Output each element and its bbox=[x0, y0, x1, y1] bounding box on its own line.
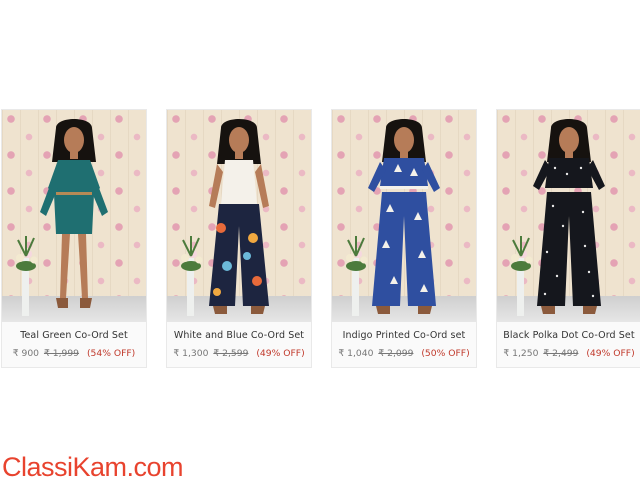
original-price: ₹ 2,499 bbox=[543, 348, 579, 359]
product-card[interactable]: Teal Green Co-Ord Set ₹ 900 ₹ 1,999 (54%… bbox=[1, 109, 147, 368]
sale-price: ₹ 1,040 bbox=[338, 348, 374, 359]
price-line: ₹ 1,040 ₹ 2,099 (50% OFF) bbox=[332, 348, 476, 359]
discount-badge: (50% OFF) bbox=[421, 348, 470, 359]
discount-badge: (49% OFF) bbox=[256, 348, 305, 359]
discount-badge: (54% OFF) bbox=[86, 348, 136, 359]
product-image[interactable] bbox=[2, 110, 146, 322]
sale-price: ₹ 900 bbox=[12, 348, 40, 359]
sale-price: ₹ 1,250 bbox=[503, 348, 539, 359]
product-image[interactable] bbox=[167, 110, 311, 322]
product-card[interactable]: White and Blue Co-Ord Set ₹ 1,300 ₹ 2,59… bbox=[166, 109, 312, 368]
price-line: ₹ 1,300 ₹ 2,599 (49% OFF) bbox=[167, 348, 311, 359]
price-line: ₹ 1,250 ₹ 2,499 (49% OFF) bbox=[497, 348, 640, 359]
product-name[interactable]: Indigo Printed Co-Ord set bbox=[332, 330, 476, 341]
product-name[interactable]: White and Blue Co-Ord Set bbox=[167, 330, 311, 341]
original-price: ₹ 2,599 bbox=[213, 348, 249, 359]
model-figure bbox=[40, 119, 108, 308]
original-price: ₹ 1,999 bbox=[43, 348, 80, 359]
product-name[interactable]: Teal Green Co-Ord Set bbox=[2, 330, 146, 341]
product-card[interactable]: Black Polka Dot Co-Ord Set ₹ 1,250 ₹ 2,4… bbox=[496, 109, 640, 368]
product-image[interactable] bbox=[332, 110, 476, 322]
product-grid: Teal Green Co-Ord Set ₹ 900 ₹ 1,999 (54%… bbox=[0, 109, 640, 369]
model-figure bbox=[533, 119, 605, 314]
model-figure bbox=[368, 119, 440, 314]
sale-price: ₹ 1,300 bbox=[173, 348, 209, 359]
site-logo[interactable]: ClassiKam.com bbox=[2, 452, 184, 483]
model-figure bbox=[209, 119, 269, 314]
discount-badge: (49% OFF) bbox=[586, 348, 635, 359]
original-price: ₹ 2,099 bbox=[378, 348, 414, 359]
product-card[interactable]: Indigo Printed Co-Ord set ₹ 1,040 ₹ 2,09… bbox=[331, 109, 477, 368]
price-line: ₹ 900 ₹ 1,999 (54% OFF) bbox=[2, 348, 146, 359]
product-image[interactable] bbox=[497, 110, 640, 322]
product-name[interactable]: Black Polka Dot Co-Ord Set bbox=[497, 330, 640, 341]
